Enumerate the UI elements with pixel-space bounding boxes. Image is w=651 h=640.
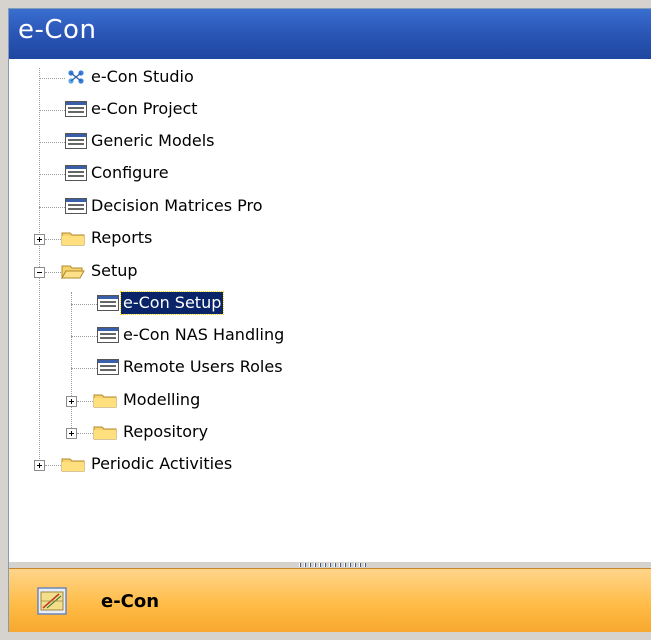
form-icon	[97, 295, 119, 311]
tree-item-label: Configure	[91, 163, 169, 182]
tree-item-econ-studio[interactable]: e-Con Studio	[9, 66, 409, 92]
folder-icon	[61, 232, 85, 246]
tree-item-econ-nas-handling[interactable]: e-Con NAS Handling	[9, 324, 409, 350]
expand-icon[interactable]	[34, 460, 45, 471]
form-icon	[65, 101, 87, 117]
network-icon	[68, 70, 84, 84]
form-icon	[97, 327, 119, 343]
tree-item-label: Decision Matrices Pro	[91, 196, 263, 215]
tree-item-remote-users-roles[interactable]: Remote Users Roles	[9, 356, 409, 382]
folder-icon	[93, 426, 117, 440]
form-icon	[97, 359, 119, 375]
module-label: e-Con	[101, 591, 160, 612]
tree-item-label: Repository	[123, 422, 209, 441]
splitter-grip-icon[interactable]	[299, 563, 369, 567]
tree-item-reports[interactable]: Reports	[9, 227, 409, 253]
tree-item-label: e-Con Project	[91, 99, 198, 118]
expand-icon[interactable]	[66, 396, 77, 407]
tree-item-label: Periodic Activities	[91, 454, 233, 473]
form-icon	[65, 133, 87, 149]
tree-item-label: Generic Models	[91, 131, 215, 150]
tree-item-setup[interactable]: Setup	[9, 260, 409, 286]
pane-title: e-Con	[18, 15, 97, 45]
tree-item-periodic-activities[interactable]: Periodic Activities	[9, 453, 409, 479]
module-button-econ[interactable]: e-Con	[9, 568, 651, 632]
tree-item-label: Modelling	[123, 390, 201, 409]
tree-item-label: Setup	[91, 261, 138, 280]
form-icon	[65, 165, 87, 181]
tree-item-label: e-Con Setup	[119, 291, 225, 315]
tree-item-configure[interactable]: Configure	[9, 162, 409, 188]
expand-icon[interactable]	[34, 234, 45, 245]
navigation-pane: e-Con e-Con Studio e-Con Project Generic…	[8, 8, 651, 632]
tree-item-label: Remote Users Roles	[123, 357, 283, 376]
tree-item-modelling[interactable]: Modelling	[9, 389, 409, 415]
folder-open-icon	[61, 265, 85, 279]
tree-item-econ-setup[interactable]: e-Con Setup	[9, 291, 409, 318]
collapse-icon[interactable]	[34, 267, 45, 278]
folder-icon	[61, 458, 85, 472]
form-icon	[65, 198, 87, 214]
tree-item-repository[interactable]: Repository	[9, 421, 409, 447]
folder-icon	[93, 394, 117, 408]
module-icon	[37, 587, 67, 615]
pane-header: e-Con	[9, 9, 651, 59]
tree-item-label: Reports	[91, 228, 153, 247]
tree-item-generic-models[interactable]: Generic Models	[9, 130, 409, 156]
tree-item-decision-matrices-pro[interactable]: Decision Matrices Pro	[9, 195, 409, 221]
tree-item-label: e-Con NAS Handling	[123, 325, 285, 344]
tree-item-econ-project[interactable]: e-Con Project	[9, 98, 409, 124]
tree-item-label: e-Con Studio	[91, 67, 194, 86]
expand-icon[interactable]	[66, 428, 77, 439]
navigation-tree: e-Con Studio e-Con Project Generic Model…	[9, 61, 651, 561]
